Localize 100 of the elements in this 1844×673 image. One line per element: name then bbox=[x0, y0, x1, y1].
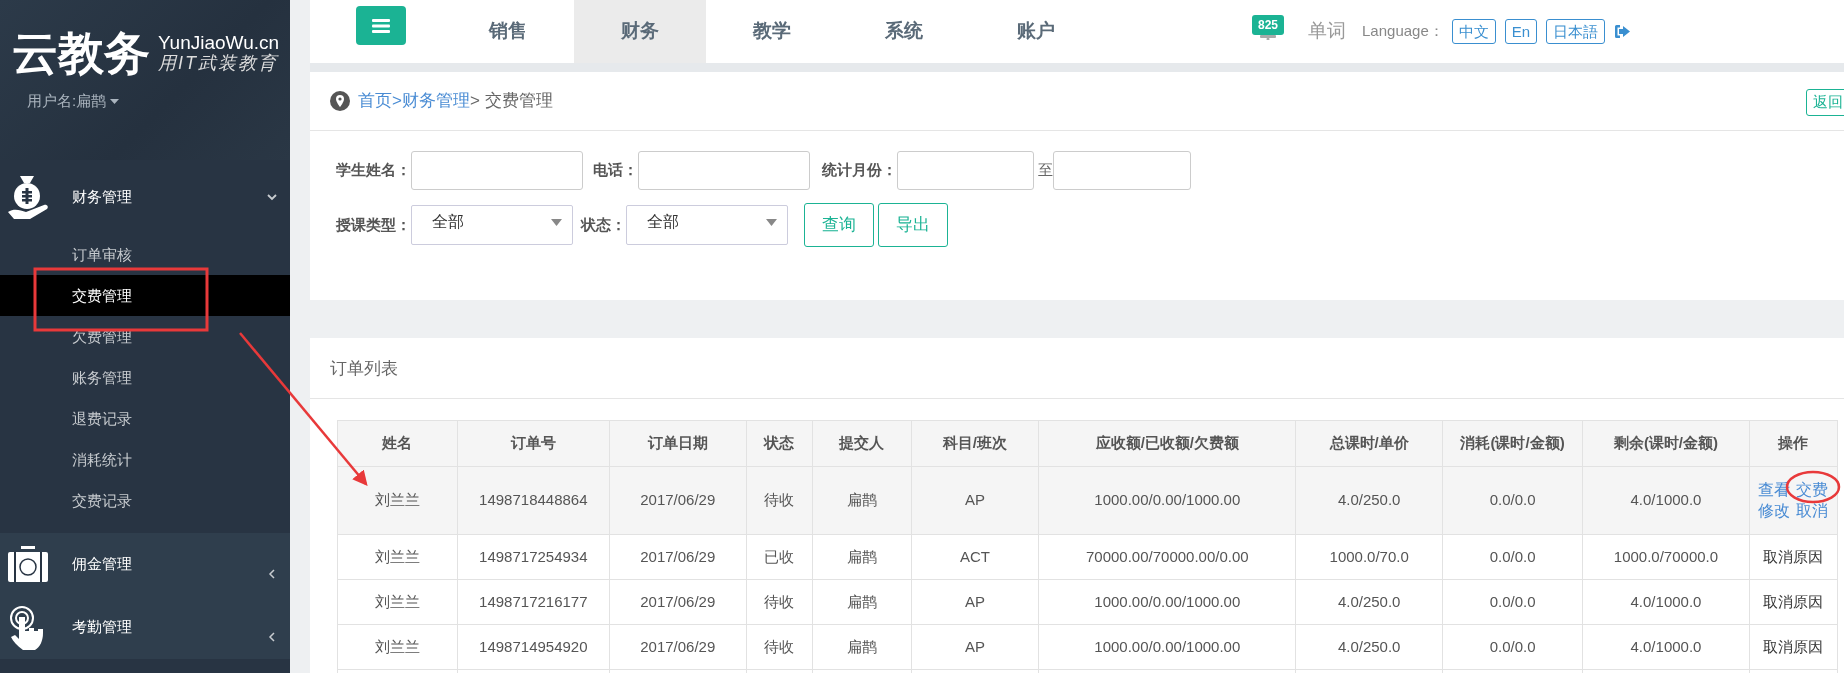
logo-domain: YunJiaoWu.cn bbox=[158, 32, 280, 53]
table-cell: 4.0/250.0 bbox=[1295, 624, 1443, 670]
table-cell: 已收 bbox=[746, 534, 813, 580]
status-select[interactable]: 全部 bbox=[626, 205, 788, 245]
field-label: 统计月份： bbox=[822, 160, 897, 181]
count-badge: 825 bbox=[1252, 15, 1285, 35]
table-cell: 4.0/1000.0 bbox=[1582, 624, 1750, 670]
table-cell: 1498717216177 bbox=[457, 579, 610, 625]
column-header: 订单号 bbox=[457, 420, 610, 467]
column-header: 应收额/已收额/欠费额 bbox=[1038, 420, 1296, 467]
column-header: 提交人 bbox=[812, 420, 911, 467]
table-row[interactable]: 刘兰兰 1498717254934 2017/06/29 已收 扁鹊 ACT 70000.00/70000.00/0.00 1000.0/70.0 0.0/0.0 1000.0/70000.0 取消原因 bbox=[337, 534, 1838, 580]
bell-icon[interactable] bbox=[1258, 35, 1278, 40]
table-cell: 4.0/250.0 bbox=[1295, 579, 1443, 625]
money-bag-icon bbox=[6, 174, 50, 220]
action-link[interactable]: 修改 bbox=[1758, 500, 1791, 522]
words-link[interactable]: 单词 bbox=[1308, 17, 1347, 46]
month-from-field[interactable] bbox=[897, 151, 1034, 190]
menu-group-header[interactable]: 佣金管理 bbox=[0, 533, 290, 596]
table-cell: 刘兰兰 bbox=[337, 534, 458, 580]
table-cell: 1000.0/70.0 bbox=[1295, 534, 1443, 580]
menu-icon bbox=[372, 17, 390, 34]
sidebar-item[interactable]: 交费记录 bbox=[0, 480, 290, 521]
table-cell: 2017/06/29 bbox=[609, 579, 747, 625]
chevron-left-icon bbox=[266, 630, 278, 643]
language-button[interactable]: 日本語 bbox=[1546, 18, 1606, 45]
menu-group-header[interactable]: 财务管理 bbox=[0, 160, 290, 234]
logo-slogan: 用IT武装教育 bbox=[158, 53, 280, 74]
table-cell: AP bbox=[911, 624, 1039, 670]
user-name[interactable]: 用户名:扁鹊 bbox=[27, 90, 107, 113]
location-icon bbox=[330, 91, 350, 111]
column-header: 总课时/单价 bbox=[1295, 420, 1443, 467]
table-row[interactable]: 刘兰兰 1498717216177 2017/06/29 待收 扁鹊 AP 1000.00/0.00/1000.00 4.0/250.0 0.0/0.0 4.0/1000.0 取消原因 bbox=[337, 579, 1838, 625]
table-cell: AP bbox=[911, 579, 1039, 625]
action-text: 取消原因 bbox=[1763, 547, 1824, 565]
cash-icon bbox=[6, 545, 50, 584]
nav-tab[interactable]: 销售 bbox=[442, 0, 574, 63]
table-cell: 刘兰兰 bbox=[337, 624, 458, 670]
table-cell: 4.0/1000.0 bbox=[1582, 579, 1750, 625]
course-type-select[interactable]: 全部 bbox=[411, 205, 573, 245]
column-header: 状态 bbox=[746, 420, 813, 467]
sidebar-item[interactable]: 交费管理 bbox=[0, 275, 290, 316]
table-cell: 1000.0/70000.0 bbox=[1582, 534, 1750, 580]
table-cell: 0.0/0.0 bbox=[1442, 466, 1583, 535]
field-label: 状态： bbox=[581, 214, 626, 235]
caret-icon bbox=[766, 219, 777, 226]
table-cell: 1498717254934 bbox=[457, 534, 610, 580]
field-label: 学生姓名： bbox=[336, 160, 411, 181]
sidebar-item[interactable]: 退费记录 bbox=[0, 398, 290, 439]
language-button[interactable]: En bbox=[1504, 18, 1538, 45]
menu-group-header[interactable]: 考勤管理 bbox=[0, 596, 290, 659]
table-cell: 0.0/0.0 bbox=[1442, 534, 1583, 580]
table-cell: 1498718448864 bbox=[457, 466, 610, 535]
table-cell: 70000.00/70000.00/0.00 bbox=[1038, 534, 1296, 580]
table-cell: 2017/06/29 bbox=[609, 624, 747, 670]
logout-icon[interactable] bbox=[1614, 24, 1632, 39]
column-header: 姓名 bbox=[337, 420, 458, 467]
logo-title: 云教务 bbox=[12, 30, 150, 76]
table-cell: 待收 bbox=[746, 624, 813, 670]
table-cell: 4.0/1000.0 bbox=[1582, 466, 1750, 535]
month-to-field[interactable] bbox=[1053, 151, 1191, 190]
table-cell: 2017/06/29 bbox=[609, 466, 747, 535]
column-header: 消耗(课时/金额) bbox=[1442, 420, 1583, 467]
table-cell: 1000.00/0.00/1000.00 bbox=[1038, 624, 1296, 670]
table-cell: 0.0/0.0 bbox=[1442, 624, 1583, 670]
column-header: 剩余(课时/金额) bbox=[1582, 420, 1750, 467]
sidebar-item[interactable]: 消耗统计 bbox=[0, 439, 290, 480]
column-header: 操作 bbox=[1749, 420, 1838, 467]
caret-icon bbox=[551, 219, 562, 226]
range-separator: 至 bbox=[1038, 160, 1053, 181]
table-cell: 1000.00/0.00/1000.00 bbox=[1038, 466, 1296, 535]
sidebar-item[interactable]: 订单审核 bbox=[0, 234, 290, 275]
field-label: 电话： bbox=[593, 160, 638, 181]
breadcrumb-link[interactable]: 首页 bbox=[358, 88, 392, 114]
table-row[interactable]: 刘兰兰 1498714954920 2017/06/29 待收 扁鹊 AP 1000.00/0.00/1000.00 4.0/250.0 0.0/0.0 4.0/1000.0 取消原因 bbox=[337, 624, 1838, 670]
breadcrumb-link[interactable]: >财务管理 bbox=[392, 88, 470, 114]
sidebar-item[interactable]: 账务管理 bbox=[0, 357, 290, 398]
table-cell: 扁鹊 bbox=[812, 534, 911, 580]
table-cell: 扁鹊 bbox=[812, 579, 911, 625]
student-name-field[interactable] bbox=[411, 151, 583, 190]
table-cell: ACT bbox=[911, 534, 1039, 580]
nav-tab[interactable]: 财务 bbox=[574, 0, 706, 63]
action-text: 取消原因 bbox=[1763, 637, 1824, 655]
phone-field[interactable] bbox=[638, 151, 810, 190]
nav-tab[interactable]: 教学 bbox=[706, 0, 838, 63]
nav-tab[interactable]: 账户 bbox=[970, 0, 1102, 63]
nav-tab[interactable]: 系统 bbox=[838, 0, 970, 63]
language-button[interactable]: 中文 bbox=[1451, 18, 1496, 45]
table-cell: 1000.00/0.00/1000.00 bbox=[1038, 579, 1296, 625]
chevron-down-icon bbox=[266, 191, 278, 203]
chevron-left-icon bbox=[266, 567, 278, 580]
table-cell: 刘兰兰 bbox=[337, 466, 458, 535]
table-cell: 扁鹊 bbox=[812, 466, 911, 535]
field-label: 授课类型： bbox=[336, 214, 411, 235]
caret-icon[interactable] bbox=[110, 98, 120, 104]
table-cell: 刘兰兰 bbox=[337, 579, 458, 625]
table-cell: 4.0/250.0 bbox=[1295, 466, 1443, 535]
action-link[interactable]: 取消 bbox=[1796, 500, 1829, 522]
menu-button[interactable] bbox=[356, 6, 406, 45]
action-link[interactable]: 交费 bbox=[1796, 479, 1829, 501]
